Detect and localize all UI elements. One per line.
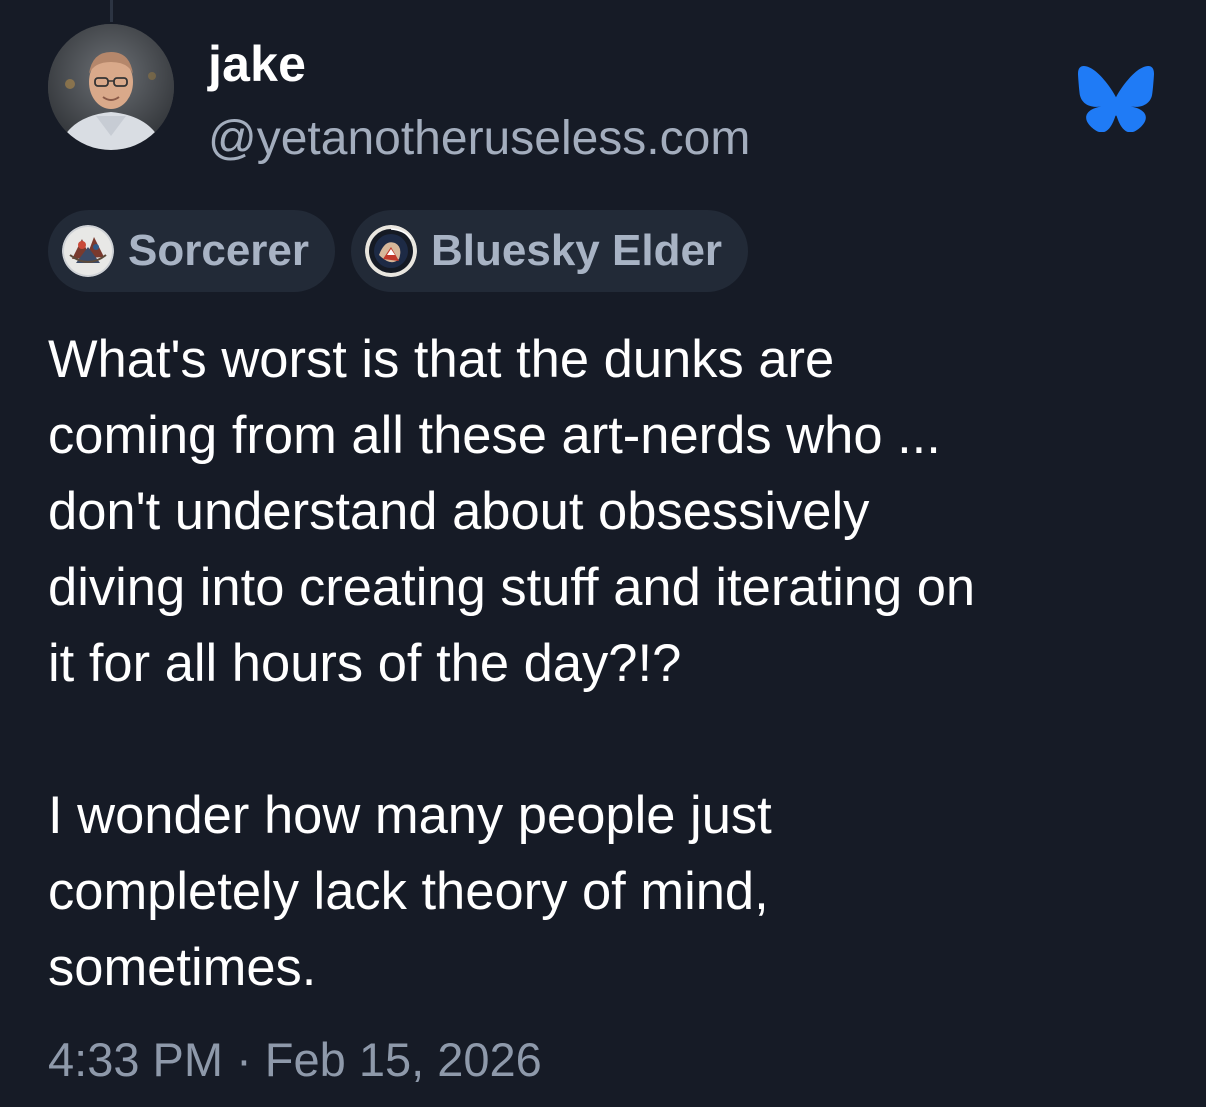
post-line: completely lack theory of mind, bbox=[48, 862, 769, 921]
post-line: sometimes. bbox=[48, 938, 317, 997]
post-line: don't understand about obsessively bbox=[48, 482, 870, 541]
post-line: coming from all these art-nerds who ... bbox=[48, 406, 941, 465]
post-paragraph: What's worst is that the dunks are comin… bbox=[48, 322, 1168, 702]
post-card: jake @yetanotheruseless.com Sorcerer Blu… bbox=[0, 0, 1206, 1107]
bluesky-butterfly-icon[interactable] bbox=[1078, 66, 1154, 132]
post-paragraph: I wonder how many people just completely… bbox=[48, 778, 1168, 1006]
author-handle[interactable]: @yetanotheruseless.com bbox=[208, 110, 750, 168]
badge-list: Sorcerer Bluesky Elder bbox=[48, 210, 749, 292]
badge-bluesky-elder[interactable]: Bluesky Elder bbox=[351, 210, 749, 292]
post-timestamp[interactable]: 4:33 PM · Feb 15, 2026 bbox=[48, 1030, 542, 1090]
avatar[interactable] bbox=[48, 24, 174, 150]
thread-line bbox=[110, 0, 113, 22]
post-line: What's worst is that the dunks are bbox=[48, 330, 835, 389]
sorcerer-badge-icon bbox=[62, 225, 114, 277]
elder-badge-icon bbox=[365, 225, 418, 277]
user-photo-avatar bbox=[48, 24, 174, 150]
post-line: diving into creating stuff and iterating… bbox=[48, 558, 976, 617]
badge-sorcerer[interactable]: Sorcerer bbox=[48, 210, 336, 292]
post-line: it for all hours of the day?!? bbox=[48, 634, 682, 693]
post-line: I wonder how many people just bbox=[48, 786, 772, 845]
badge-label: Bluesky Elder bbox=[431, 226, 723, 275]
badge-label: Sorcerer bbox=[128, 226, 310, 275]
author-display-name[interactable]: jake bbox=[208, 34, 306, 94]
post-body: What's worst is that the dunks are comin… bbox=[48, 322, 1168, 1006]
